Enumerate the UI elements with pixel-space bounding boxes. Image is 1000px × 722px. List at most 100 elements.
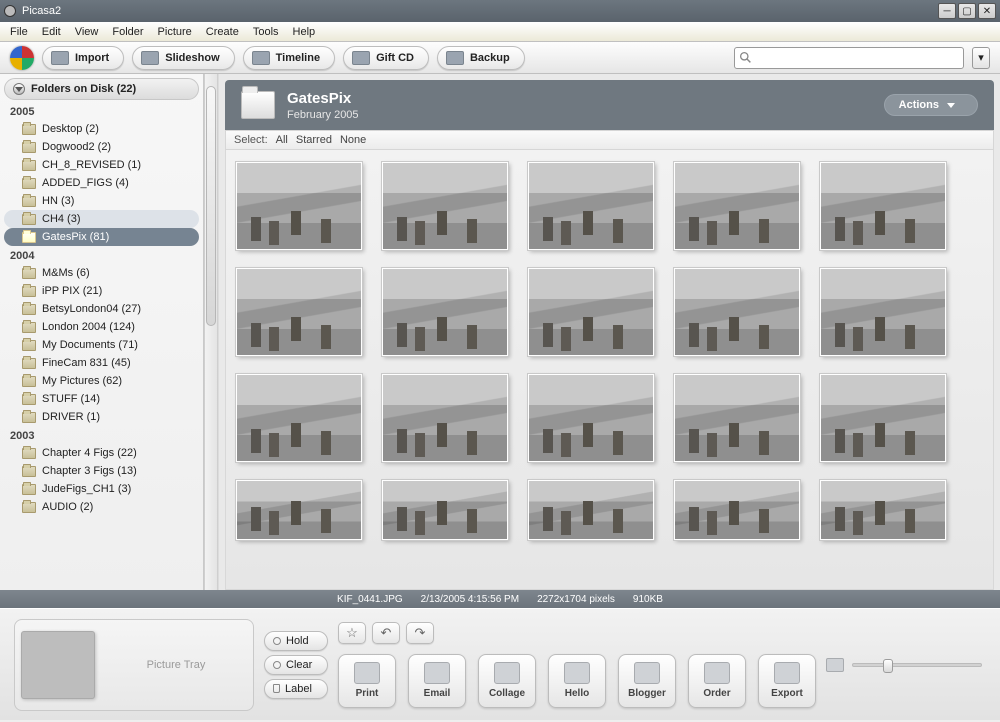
folder-row[interactable]: iPP PIX (21) xyxy=(4,282,199,300)
folder-icon xyxy=(22,502,36,513)
search-box[interactable] xyxy=(734,47,964,69)
folder-row[interactable]: BetsyLondon04 (27) xyxy=(4,300,199,318)
close-button[interactable]: ✕ xyxy=(978,3,996,19)
menu-help[interactable]: Help xyxy=(287,24,322,40)
star-button[interactable]: ☆ xyxy=(338,622,366,644)
menu-view[interactable]: View xyxy=(69,24,105,40)
folder-row[interactable]: Desktop (2) xyxy=(4,120,199,138)
folder-row[interactable]: My Pictures (62) xyxy=(4,372,199,390)
thumbnail[interactable] xyxy=(674,268,800,356)
thumbnail[interactable] xyxy=(528,162,654,250)
backup-button[interactable]: Backup xyxy=(437,46,525,70)
select-starred[interactable]: Starred xyxy=(296,134,332,146)
folder-row[interactable]: FineCam 831 (45) xyxy=(4,354,199,372)
collage-icon xyxy=(494,662,520,684)
thumbnail[interactable] xyxy=(382,374,508,462)
folder-row[interactable]: ADDED_FIGS (4) xyxy=(4,174,199,192)
sidebar-scroll-thumb[interactable] xyxy=(206,86,216,326)
year-label: 2004 xyxy=(0,246,203,264)
thumbnail[interactable] xyxy=(236,374,362,462)
thumbnail[interactable] xyxy=(236,480,362,540)
folder-row[interactable]: DRIVER (1) xyxy=(4,408,199,426)
thumbnail[interactable] xyxy=(674,374,800,462)
thumbnail[interactable] xyxy=(528,374,654,462)
hello-button[interactable]: Hello xyxy=(548,654,606,708)
thumbnail[interactable] xyxy=(528,268,654,356)
folder-row[interactable]: London 2004 (124) xyxy=(4,318,199,336)
zoom-knob[interactable] xyxy=(883,659,893,673)
import-button[interactable]: Import xyxy=(42,46,124,70)
zoom-slider[interactable] xyxy=(852,663,982,667)
folder-row[interactable]: STUFF (14) xyxy=(4,390,199,408)
select-none[interactable]: None xyxy=(340,134,366,146)
folder-name: GatesPix xyxy=(287,90,872,107)
thumbnail[interactable] xyxy=(382,480,508,540)
folder-icon xyxy=(22,196,36,207)
rotate-left-button[interactable]: ↶ xyxy=(372,622,400,644)
folder-row[interactable]: Chapter 3 Figs (13) xyxy=(4,462,199,480)
giftcd-button[interactable]: Gift CD xyxy=(343,46,429,70)
status-datetime: 2/13/2005 4:15:56 PM xyxy=(421,594,519,605)
backup-icon xyxy=(446,51,464,65)
rotate-right-button[interactable]: ↷ xyxy=(406,622,434,644)
thumbnail[interactable] xyxy=(820,480,946,540)
actions-button[interactable]: Actions xyxy=(884,94,978,116)
hold-button[interactable]: Hold xyxy=(264,631,328,651)
toolbar: Import Slideshow Timeline Gift CD Backup… xyxy=(0,42,1000,74)
tray-thumbnail[interactable] xyxy=(21,631,95,699)
menu-tools[interactable]: Tools xyxy=(247,24,285,40)
folder-row[interactable]: GatesPix (81) xyxy=(4,228,199,246)
folder-row[interactable]: CH4 (3) xyxy=(4,210,199,228)
menu-edit[interactable]: Edit xyxy=(36,24,67,40)
folder-icon xyxy=(22,124,36,135)
thumbnail[interactable] xyxy=(382,268,508,356)
thumbnail[interactable] xyxy=(236,162,362,250)
thumbnail[interactable] xyxy=(820,268,946,356)
picture-tray: Picture Tray xyxy=(14,619,254,711)
menu-folder[interactable]: Folder xyxy=(106,24,149,40)
label-button[interactable]: Label xyxy=(264,679,328,699)
sidebar-header[interactable]: Folders on Disk (22) xyxy=(4,78,199,100)
minimize-button[interactable]: ─ xyxy=(938,3,956,19)
slideshow-button[interactable]: Slideshow xyxy=(132,46,234,70)
folder-icon xyxy=(22,268,36,279)
search-input[interactable] xyxy=(756,49,959,67)
thumbnail[interactable] xyxy=(528,480,654,540)
folder-row[interactable]: HN (3) xyxy=(4,192,199,210)
thumbnail[interactable] xyxy=(820,374,946,462)
folder-row[interactable]: Dogwood2 (2) xyxy=(4,138,199,156)
folder-row[interactable]: AUDIO (2) xyxy=(4,498,199,516)
folder-row[interactable]: M&Ms (6) xyxy=(4,264,199,282)
order-button[interactable]: Order xyxy=(688,654,746,708)
timeline-button[interactable]: Timeline xyxy=(243,46,335,70)
search-dropdown-button[interactable]: ▾ xyxy=(972,47,990,69)
maximize-button[interactable]: ▢ xyxy=(958,3,976,19)
folder-row[interactable]: JudeFigs_CH1 (3) xyxy=(4,480,199,498)
menu-file[interactable]: File xyxy=(4,24,34,40)
menu-picture[interactable]: Picture xyxy=(152,24,198,40)
folder-row[interactable]: Chapter 4 Figs (22) xyxy=(4,444,199,462)
clear-button[interactable]: Clear xyxy=(264,655,328,675)
folder-icon xyxy=(22,394,36,405)
thumbnail[interactable] xyxy=(674,480,800,540)
thumbnail[interactable] xyxy=(820,162,946,250)
collage-button[interactable]: Collage xyxy=(478,654,536,708)
button-label: Collage xyxy=(489,688,525,699)
thumbnail[interactable] xyxy=(674,162,800,250)
select-row: Select: All Starred None xyxy=(225,130,994,150)
folder-label: AUDIO (2) xyxy=(42,501,93,513)
thumbnail[interactable] xyxy=(382,162,508,250)
menu-create[interactable]: Create xyxy=(200,24,245,40)
print-button[interactable]: Print xyxy=(338,654,396,708)
email-button[interactable]: Email xyxy=(408,654,466,708)
folder-row[interactable]: My Documents (71) xyxy=(4,336,199,354)
select-all[interactable]: All xyxy=(276,134,288,146)
folder-big-icon xyxy=(241,91,275,119)
thumbnail[interactable] xyxy=(236,268,362,356)
blogger-button[interactable]: Blogger xyxy=(618,654,676,708)
export-icon xyxy=(774,662,800,684)
folder-row[interactable]: CH_8_REVISED (1) xyxy=(4,156,199,174)
collapse-disc-icon xyxy=(13,83,25,95)
sidebar-scrollbar[interactable] xyxy=(204,74,218,590)
export-button[interactable]: Export xyxy=(758,654,816,708)
